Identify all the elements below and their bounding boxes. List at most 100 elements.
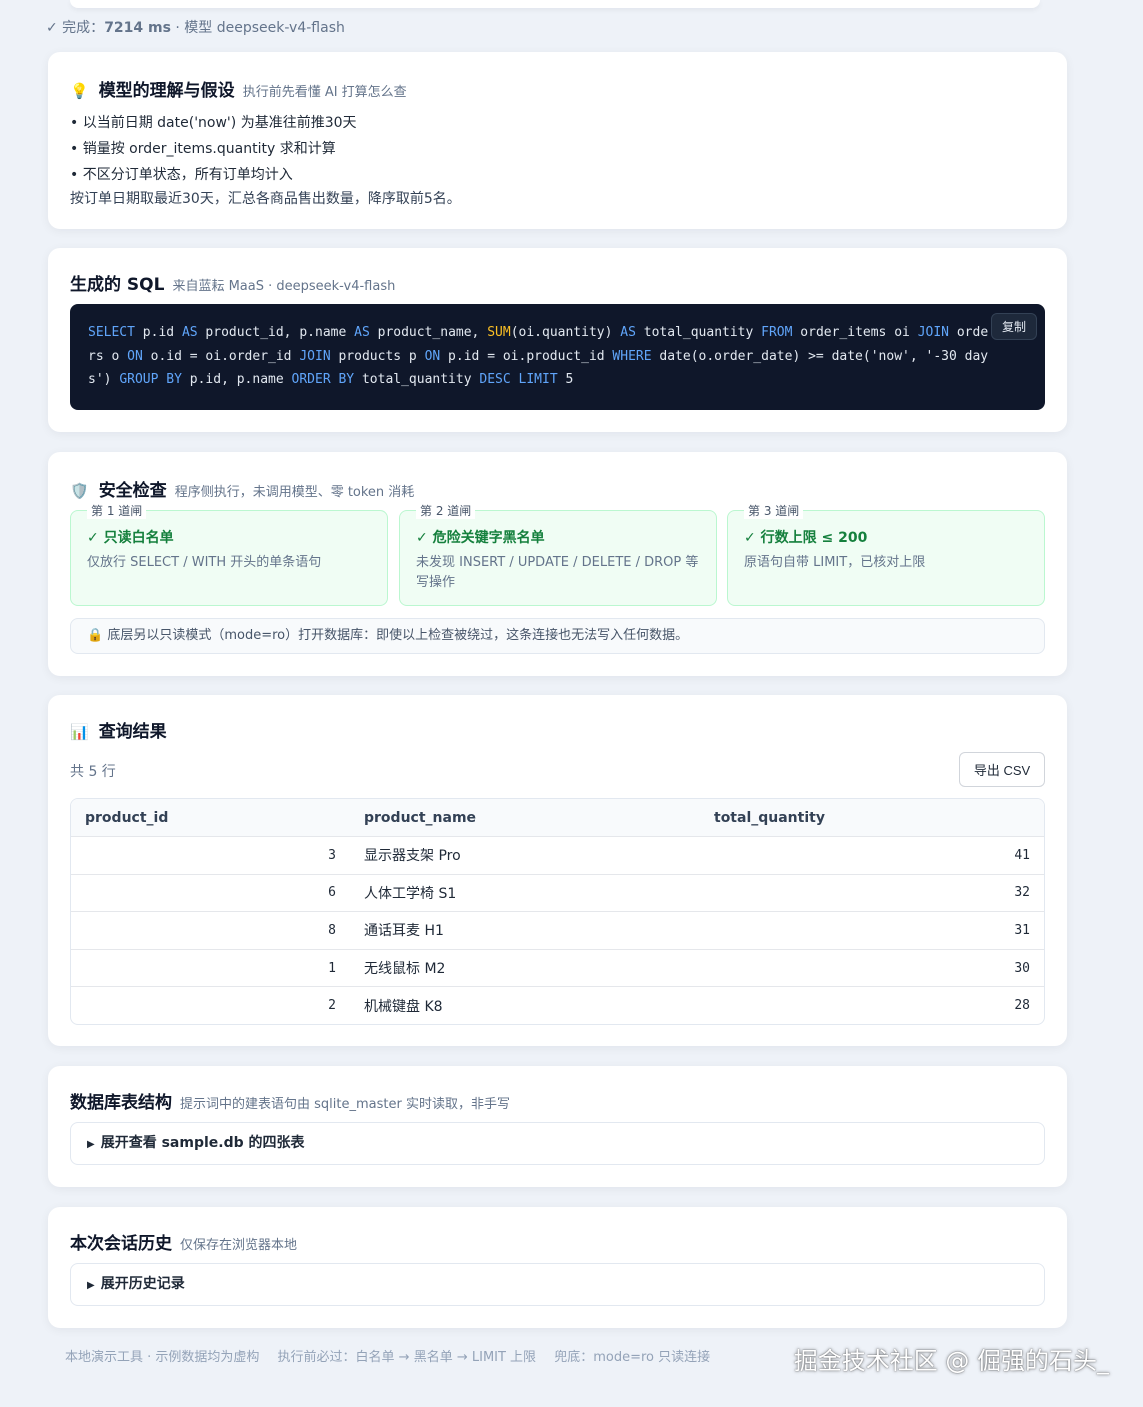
- cell-total-quantity: 41: [1014, 847, 1030, 863]
- copy-button[interactable]: 复制: [990, 313, 1037, 340]
- sql-text: product_name,: [369, 325, 488, 340]
- sql-code-text: SELECT p.id AS product_id, p.name AS pro…: [88, 325, 988, 387]
- status-duration: 7214 ms: [104, 20, 171, 36]
- assumption-item: 以当前日期 date('now') 为基准往前推30天: [70, 110, 357, 136]
- footer-item: 执行前必过：白名单 → 黑名单 → LIMIT 上限: [277, 1350, 537, 1365]
- understanding-title: 模型的理解与假设: [98, 81, 235, 101]
- sql-text: p.id = oi.product_id: [440, 348, 613, 364]
- sql-keyword: DESC: [479, 372, 511, 387]
- sql-keyword: ON: [127, 348, 143, 364]
- caret-right-icon: ▶: [87, 1139, 95, 1150]
- sql-keyword: ORDER BY: [291, 372, 355, 387]
- sql-text: order_items oi: [792, 325, 918, 340]
- sql-keyword: WHERE: [612, 348, 652, 364]
- gate-title: ✓ 危险关键字黑名单: [416, 530, 545, 546]
- gate-description: 原语句自带 LIMIT，已核对上限: [744, 555, 926, 570]
- results-title: 查询结果: [98, 722, 167, 742]
- sql-text: product_id, p.name: [197, 325, 355, 340]
- history-toggle[interactable]: ▶ 展开历史记录: [70, 1263, 1045, 1306]
- table-row: 1 无线鼠标 M2 30: [71, 948, 1044, 987]
- sql-subtitle: 来自蓝耘 MaaS · deepseek-v4-flash: [172, 279, 396, 294]
- schema-toggle[interactable]: ▶ 展开查看 sample.db 的四张表: [70, 1122, 1045, 1165]
- row-count: 共 5 行: [70, 764, 116, 780]
- cell-product-id: 2: [328, 998, 336, 1014]
- assumption-item: 销量按 order_items.quantity 求和计算: [70, 136, 357, 162]
- watermark: 掘金技术社区 @ 倔强的石头_: [793, 1347, 1109, 1375]
- cell-product-name: 人体工学椅 S1: [364, 885, 457, 902]
- gate-whitelist: 第 1 道闸 ✓ 只读白名单 仅放行 SELECT / WITH 开头的单条语句: [70, 502, 388, 606]
- table-header-row: product_id product_name total_quantity: [71, 799, 1044, 836]
- caret-right-icon: ▶: [87, 1280, 95, 1291]
- readonly-note: 🔒 底层另以只读模式（mode=ro）打开数据库：即使以上检查被绕过，这条连接也…: [70, 618, 1045, 654]
- sql-keyword: SELECT: [88, 325, 135, 340]
- sql-code-block[interactable]: SELECT p.id AS product_id, p.name AS pro…: [70, 304, 1045, 410]
- sql-keyword: FROM: [761, 325, 793, 340]
- results-card: 📊 查询结果 共 5 行 导出 CSV product_id product_n…: [48, 695, 1067, 1046]
- sql-keyword: AS: [181, 325, 198, 340]
- cell-product-name: 无线鼠标 M2: [364, 961, 446, 978]
- schema-title: 数据库表结构: [70, 1093, 172, 1113]
- history-subtitle: 仅保存在浏览器本地: [180, 1238, 298, 1253]
- column-header[interactable]: product_name: [350, 810, 700, 826]
- cell-total-quantity: 30: [1014, 960, 1030, 976]
- sql-header: 生成的 SQL 来自蓝耘 MaaS · deepseek-v4-flash: [70, 270, 395, 295]
- sql-text: p.id, p.name: [181, 372, 292, 387]
- safety-header: 🛡️ 安全检查 程序侧执行，未调用模型、零 token 消耗: [70, 476, 414, 501]
- sql-title: 生成的 SQL: [70, 275, 165, 295]
- gate-row-limit: 第 3 道闸 ✓ 行数上限 ≤ 200 原语句自带 LIMIT，已核对上限: [727, 502, 1045, 606]
- lightbulb-icon: 💡: [70, 82, 89, 100]
- gate-description: 仅放行 SELECT / WITH 开头的单条语句: [87, 555, 322, 570]
- sql-keyword: GROUP BY: [119, 372, 182, 387]
- sql-keyword: AS: [354, 325, 370, 340]
- schema-subtitle: 提示词中的建表语句由 sqlite_master 实时读取，非手写: [180, 1097, 510, 1112]
- status-model: · 模型 deepseek-v4-flash: [175, 20, 345, 36]
- gate-blacklist: 第 2 道闸 ✓ 危险关键字黑名单 未发现 INSERT / UPDATE / …: [399, 502, 717, 606]
- schema-card: 数据库表结构 提示词中的建表语句由 sqlite_master 实时读取，非手写…: [48, 1066, 1067, 1187]
- safety-title: 安全检查: [98, 481, 167, 501]
- column-header[interactable]: product_id: [71, 810, 350, 826]
- cell-product-name: 机械键盘 K8: [364, 998, 443, 1015]
- understanding-card: 💡 模型的理解与假设 执行前先看懂 AI 打算怎么查 以当前日期 date('n…: [48, 52, 1067, 229]
- status-line: ✓ 完成：7214 ms · 模型 deepseek-v4-flash: [46, 17, 345, 37]
- gate-legend: 第 1 道闸: [87, 502, 147, 519]
- cell-product-name: 显示器支架 Pro: [364, 848, 461, 865]
- safety-subtitle: 程序侧执行，未调用模型、零 token 消耗: [174, 485, 415, 500]
- sql-text: 5: [557, 372, 574, 387]
- understanding-subtitle: 执行前先看懂 AI 打算怎么查: [242, 85, 407, 100]
- sql-text: o.id = oi.order_id: [142, 348, 300, 364]
- sql-card: 生成的 SQL 来自蓝耘 MaaS · deepseek-v4-flash SE…: [48, 248, 1067, 432]
- assumption-item: 不区分订单状态，所有订单均计入: [70, 162, 357, 188]
- sql-keyword: LIMIT: [518, 372, 558, 387]
- sql-keyword: JOIN: [299, 348, 331, 364]
- previous-card-edge: [70, 0, 1040, 8]
- footer-item: 兜底：mode=ro 只读连接: [554, 1350, 711, 1365]
- table-row: 6 人体工学椅 S1 32: [71, 873, 1044, 912]
- history-card: 本次会话历史 仅保存在浏览器本地 ▶ 展开历史记录: [48, 1207, 1067, 1328]
- column-header[interactable]: total_quantity: [700, 810, 1044, 826]
- export-csv-button[interactable]: 导出 CSV: [959, 752, 1045, 787]
- sql-text: p.id: [134, 325, 182, 340]
- gate-legend: 第 2 道闸: [416, 502, 476, 519]
- understanding-header: 💡 模型的理解与假设 执行前先看懂 AI 打算怎么查: [70, 76, 407, 101]
- cell-product-name: 通话耳麦 H1: [364, 923, 444, 940]
- sql-keyword: JOIN: [917, 325, 950, 340]
- gate-description: 未发现 INSERT / UPDATE / DELETE / DROP 等写操作: [416, 555, 699, 590]
- history-toggle-label: 展开历史记录: [100, 1276, 185, 1292]
- sql-keyword: ON: [424, 348, 441, 364]
- cell-total-quantity: 31: [1014, 922, 1030, 938]
- cell-product-id: 6: [328, 885, 336, 901]
- sql-keyword: AS: [620, 325, 636, 340]
- gate-title: ✓ 行数上限 ≤ 200: [744, 530, 868, 546]
- sql-text: total_quantity: [635, 325, 762, 340]
- footer: 本地演示工具 · 示例数据均为虚构 执行前必过：白名单 → 黑名单 → LIMI…: [65, 1346, 724, 1365]
- understanding-summary: 按订单日期取最近30天，汇总各商品售出数量，降序取前5名。: [70, 191, 461, 207]
- gate-title: ✓ 只读白名单: [87, 530, 174, 546]
- footer-item: 本地演示工具 · 示例数据均为虚构: [65, 1350, 260, 1365]
- lock-icon: 🔒: [87, 628, 104, 643]
- bar-chart-icon: 📊: [70, 723, 89, 741]
- shield-icon: 🛡️: [70, 482, 89, 500]
- cell-product-id: 1: [328, 960, 336, 976]
- history-header: 本次会话历史 仅保存在浏览器本地: [70, 1229, 297, 1254]
- table-row: 8 通话耳麦 H1 31: [71, 911, 1044, 949]
- results-header: 📊 查询结果: [70, 717, 167, 742]
